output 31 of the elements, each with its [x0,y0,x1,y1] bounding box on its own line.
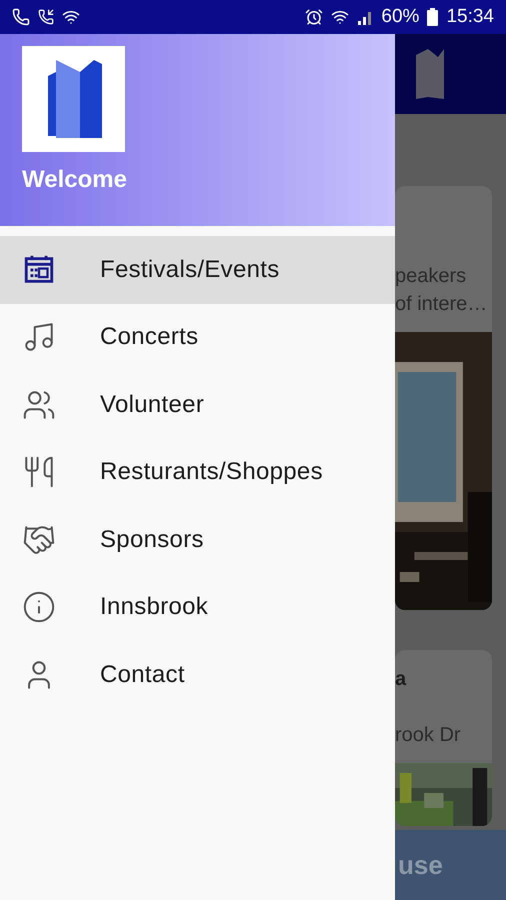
wifi-icon [331,8,350,26]
menu-item[interactable]: Concerts [0,304,395,371]
menu-label: Sponsors [100,526,204,554]
phone-icon [12,8,30,26]
logo-icon [22,46,125,152]
menu-item[interactable]: Volunteer [0,371,395,438]
menu-label: Volunteer [100,390,204,419]
logo-icon [414,47,446,101]
menu-item[interactable]: Resturants/Shoppes [0,438,395,506]
card-text: of intere… [395,292,488,317]
card-text: peakers [395,264,468,289]
signal-icon [357,9,374,25]
info-icon [22,590,56,624]
battery-percent: 60% [381,6,420,28]
menu-item[interactable]: Festivals/Events [0,236,395,304]
alarm-icon [305,8,324,26]
menu-label: Concerts [100,323,198,352]
menu-item[interactable]: Contact [0,641,395,708]
card-title: a [395,667,408,691]
missed-call-icon [38,9,54,25]
welcome-title: Welcome [22,166,128,194]
card-text: rook Dr [395,723,462,748]
wifi-icon [62,8,80,26]
menu-item[interactable]: Innsbrook [0,574,395,641]
clock: 15:34 [446,6,494,28]
menu-item[interactable]: Sponsors [0,506,395,574]
battery-icon [427,8,438,26]
menu-label: Resturants/Shoppes [100,458,323,486]
menu-label: Festivals/Events [100,256,280,284]
menu-label: Contact [100,660,185,689]
menu-label: Innsbrook [100,593,208,622]
